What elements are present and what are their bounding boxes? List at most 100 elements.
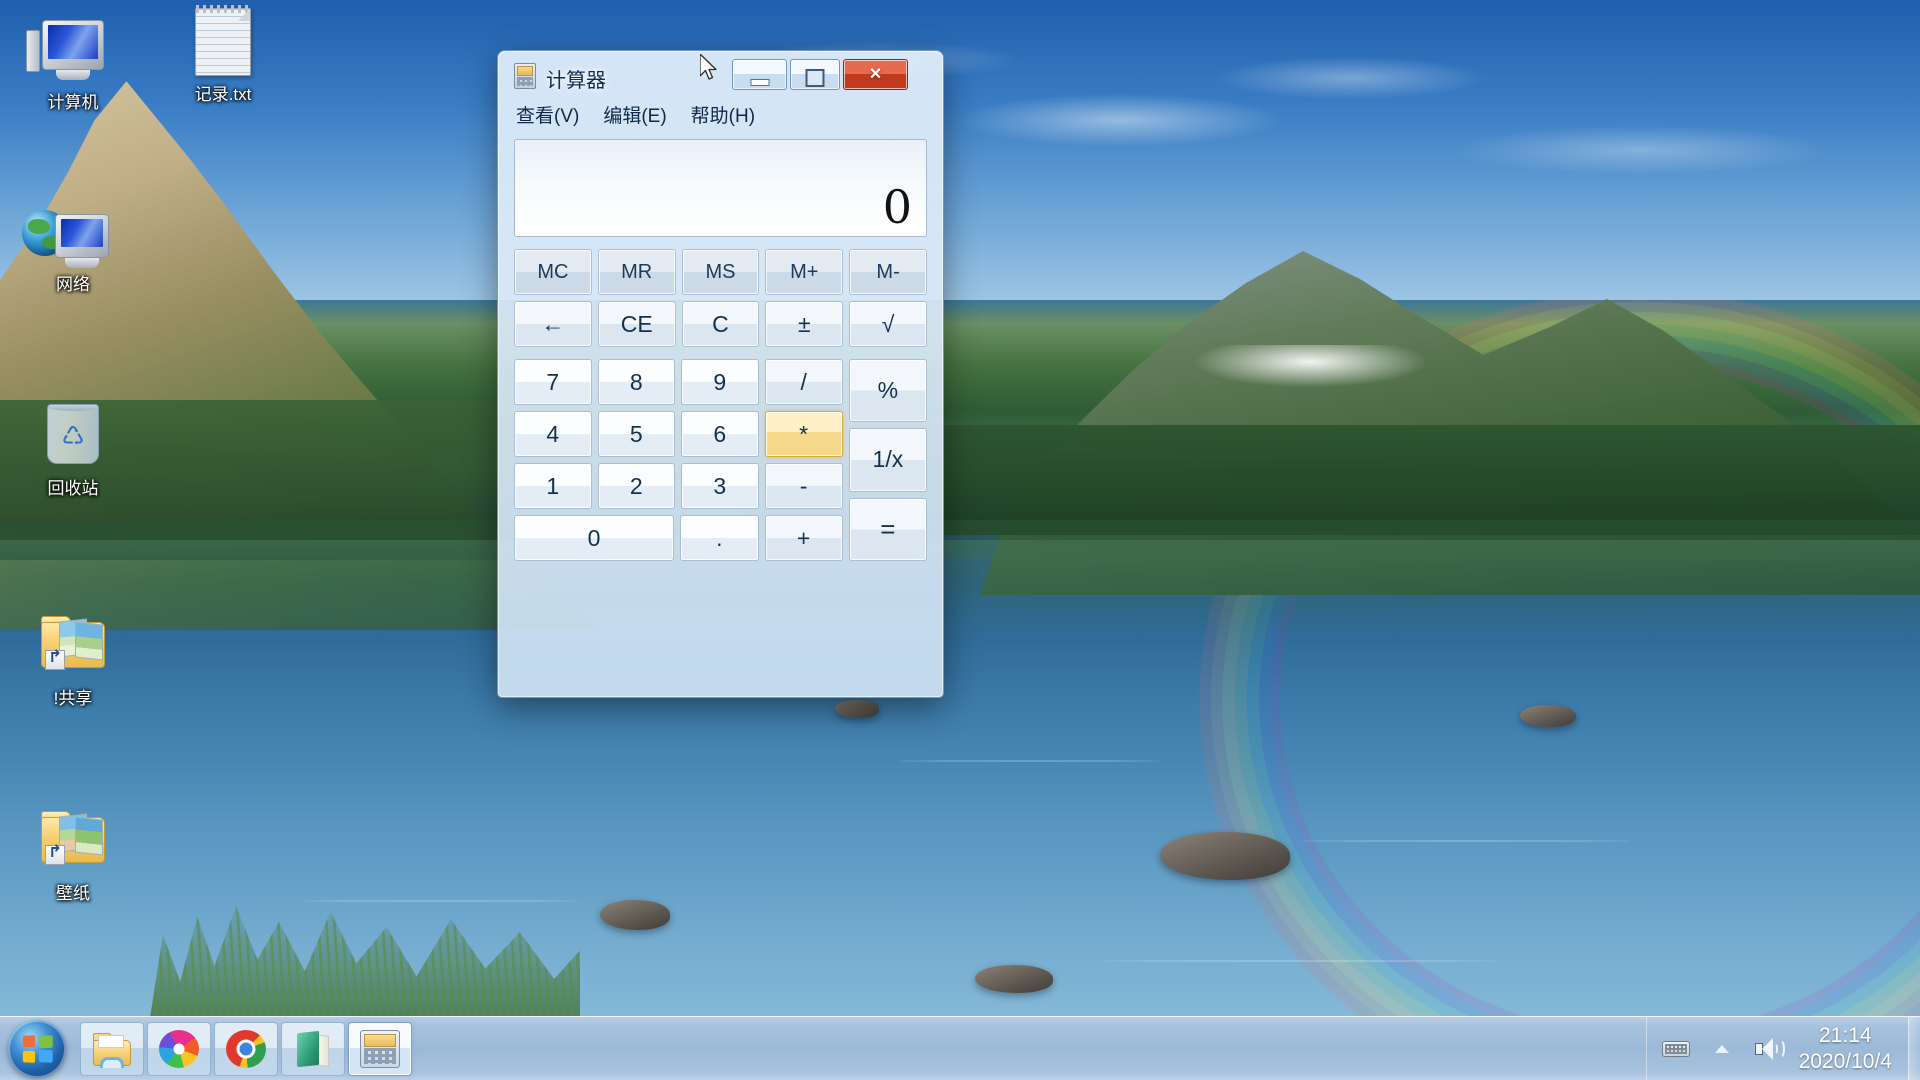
calculator-keypad[interactable]: 7 8 9 4 5 6 1 2 3 0 . / * - + % 1/x =: [514, 359, 928, 561]
key-1[interactable]: 1: [514, 463, 592, 509]
desktop-icon-label: 记录.txt: [194, 85, 252, 104]
calculator-menubar[interactable]: 查看(V) 编辑(E) 帮助(H): [502, 97, 939, 131]
key-percent[interactable]: %: [848, 359, 928, 423]
book-icon: [293, 1030, 333, 1068]
taskbar-item-calculator[interactable]: [348, 1021, 412, 1076]
rock: [975, 965, 1053, 993]
desktop-icon-network[interactable]: 网络: [18, 196, 128, 295]
windows-logo-icon: [22, 1034, 53, 1064]
ime-keyboard-button[interactable]: [1653, 1017, 1699, 1080]
taskbar-item-chrome[interactable]: [214, 1021, 278, 1076]
key-0[interactable]: 0: [514, 515, 675, 561]
water-ripple: [300, 900, 580, 902]
desktop-icon-label: 回收站: [47, 479, 99, 498]
system-tray: 21:14 2020/10/4: [1645, 1016, 1920, 1080]
water-ripple: [900, 760, 1160, 762]
key-m-plus[interactable]: M+: [765, 249, 844, 295]
close-button[interactable]: ×: [843, 59, 908, 90]
key-ms[interactable]: MS: [681, 249, 760, 295]
desktop-icon-label: 网络: [56, 275, 90, 294]
maximize-button[interactable]: [790, 59, 840, 90]
key-minus[interactable]: -: [764, 463, 843, 509]
digit-row-456: 4 5 6: [514, 411, 759, 457]
calculator-memory-keys[interactable]: MC MR MS M+ M- ← CE C ± √: [514, 249, 927, 347]
shortcut-arrow-icon: [45, 650, 65, 670]
show-desktop-button[interactable]: [1908, 1016, 1920, 1080]
operator-column-right: % 1/x =: [848, 359, 928, 561]
key-divide[interactable]: /: [764, 359, 843, 405]
key-9[interactable]: 9: [681, 359, 759, 405]
key-plus-minus[interactable]: ±: [765, 301, 844, 347]
folder-shortcut-icon: [18, 805, 128, 879]
show-hidden-icons-button[interactable]: [1699, 1017, 1745, 1080]
keyboard-icon: [1661, 1040, 1690, 1057]
close-icon: ×: [869, 63, 882, 85]
desktop-icon-shared-folder[interactable]: !共享: [18, 610, 128, 709]
calculator-display: 0: [514, 139, 927, 237]
key-equals[interactable]: =: [848, 497, 928, 561]
start-button[interactable]: [8, 1019, 66, 1078]
desktop-icon-wallpaper-folder[interactable]: 壁纸: [18, 805, 128, 904]
desktop-icon-computer[interactable]: 计算机: [18, 14, 128, 113]
chevron-up-icon: [1714, 1044, 1729, 1053]
display-value: 0: [882, 180, 912, 234]
rock: [1160, 832, 1290, 880]
key-multiply[interactable]: *: [764, 411, 843, 457]
calculator-icon: [514, 63, 536, 89]
key-6[interactable]: 6: [681, 411, 759, 457]
digit-row-zero: 0 .: [514, 515, 759, 561]
recycle-bin-icon: [18, 400, 128, 474]
calculator-window[interactable]: 计算器 × 查看(V) 编辑(E) 帮助(H) 0 MC MR MS M+ M-: [497, 50, 944, 698]
folder-shortcut-icon: [18, 610, 128, 684]
key-sqrt[interactable]: √: [849, 301, 927, 347]
rock: [835, 700, 879, 718]
desktop-icon-label: 计算机: [47, 93, 99, 112]
folder-icon: [92, 1030, 132, 1068]
key-mr[interactable]: MR: [597, 249, 676, 295]
menu-view[interactable]: 查看(V): [514, 99, 581, 130]
taskbar[interactable]: 21:14 2020/10/4: [0, 1016, 1920, 1080]
key-m-minus[interactable]: M-: [849, 249, 927, 295]
calculator-titlebar[interactable]: 计算器 ×: [502, 55, 939, 97]
key-4[interactable]: 4: [514, 411, 592, 457]
chrome-icon: [226, 1029, 266, 1068]
taskbar-item-file-explorer[interactable]: [80, 1021, 144, 1076]
key-mc[interactable]: MC: [514, 249, 592, 295]
text-file-icon: [168, 5, 278, 80]
key-8[interactable]: 8: [597, 359, 675, 405]
key-7[interactable]: 7: [514, 359, 592, 405]
operator-pad: / * - + % 1/x =: [764, 359, 928, 561]
clouds: [0, 0, 1920, 300]
key-clear[interactable]: C: [681, 301, 760, 347]
key-5[interactable]: 5: [597, 411, 675, 457]
desktop-icon-label: !共享: [53, 689, 93, 708]
snow-patch: [1195, 345, 1425, 387]
key-decimal[interactable]: .: [680, 515, 759, 561]
digit-row-123: 1 2 3: [514, 463, 759, 509]
minimize-button[interactable]: [732, 59, 787, 90]
key-backspace[interactable]: ←: [514, 301, 592, 347]
rock: [600, 900, 670, 930]
key-3[interactable]: 3: [681, 463, 759, 509]
key-ce[interactable]: CE: [597, 301, 676, 347]
taskbar-items: [80, 1021, 412, 1076]
volume-icon: [1753, 1037, 1785, 1061]
clock-date: 2020/10/4: [1798, 1049, 1892, 1073]
key-2[interactable]: 2: [597, 463, 675, 509]
digit-row-789: 7 8 9: [514, 359, 759, 405]
menu-edit[interactable]: 编辑(E): [601, 99, 668, 130]
desktop[interactable]: 计算机 记录.txt 网络 回收站 !共享: [0, 0, 1920, 1080]
desktop-icon-notes-txt[interactable]: 记录.txt: [168, 5, 278, 105]
desktop-icon-label: 壁纸: [56, 884, 90, 903]
menu-help[interactable]: 帮助(H): [689, 99, 757, 130]
pinwheel-icon: [159, 1029, 199, 1068]
desktop-icon-recycle-bin[interactable]: 回收站: [18, 400, 128, 499]
clock[interactable]: 21:14 2020/10/4: [1791, 1023, 1908, 1075]
water-ripple: [1300, 840, 1630, 842]
computer-icon: [18, 14, 128, 88]
volume-button[interactable]: [1745, 1017, 1791, 1080]
taskbar-item-green-book-app[interactable]: [281, 1021, 345, 1076]
key-reciprocal[interactable]: 1/x: [848, 428, 928, 492]
key-plus[interactable]: +: [764, 515, 843, 561]
taskbar-item-pinwheel-browser[interactable]: [147, 1021, 211, 1076]
